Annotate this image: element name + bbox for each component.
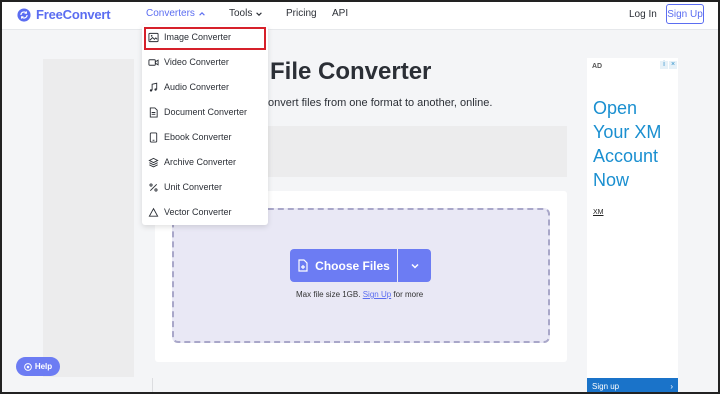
chevron-down-icon	[256, 11, 263, 16]
menu-item-label: Image Converter	[164, 32, 232, 42]
add-file-icon	[298, 259, 308, 272]
ad-cta-label: Sign up	[592, 381, 620, 391]
menu-item-label: Archive Converter	[164, 157, 237, 167]
ad-line: Open	[593, 98, 638, 118]
nav-tools-label: Tools	[229, 8, 253, 19]
nav-api[interactable]: API	[332, 8, 348, 19]
menu-item-document-converter[interactable]: Document Converter	[148, 102, 247, 122]
choose-files-label: Choose Files	[315, 258, 390, 273]
choose-files-button[interactable]: Choose Files	[290, 249, 397, 282]
help-icon	[23, 362, 32, 371]
menu-item-audio-converter[interactable]: Audio Converter	[148, 77, 229, 97]
ad-info-icon[interactable]: i	[660, 61, 668, 69]
banner-ad-slot	[268, 126, 567, 177]
page-subtitle: onvert files from one format to another,…	[268, 97, 493, 109]
menu-item-image-converter[interactable]: Image Converter	[148, 27, 231, 47]
menu-item-label: Audio Converter	[164, 82, 230, 92]
menu-item-label: Vector Converter	[164, 207, 232, 217]
ad-line: Now	[593, 170, 630, 190]
layers-icon	[148, 157, 159, 167]
menu-item-label: Document Converter	[164, 107, 248, 117]
ad-brand: XM	[593, 209, 604, 216]
freeconvert-logo-icon	[17, 7, 31, 22]
ad-headline: Open Your XM Account Now	[593, 96, 661, 192]
max-file-size-note: Max file size 1GB. Sign Up for more	[296, 290, 423, 299]
chevron-right-icon: ›	[670, 381, 673, 391]
right-ad[interactable]: AD i × Open Your XM Account Now XM Sign …	[587, 58, 678, 394]
menu-item-unit-converter[interactable]: Unit Converter	[148, 177, 222, 197]
logo[interactable]: FreeConvert	[17, 7, 111, 22]
menu-item-ebook-converter[interactable]: Ebook Converter	[148, 127, 232, 147]
ad-choices[interactable]: i ×	[660, 61, 677, 69]
nav-converters-label: Converters	[146, 8, 195, 19]
left-ad-slot	[43, 59, 134, 377]
chevron-up-icon	[199, 11, 205, 16]
signup-link[interactable]: Sign Up	[363, 290, 391, 299]
login-link[interactable]: Log In	[629, 9, 657, 20]
help-label: Help	[34, 362, 53, 371]
nav-tools[interactable]: Tools	[229, 8, 263, 19]
ad-close-icon[interactable]: ×	[669, 61, 677, 69]
page-title: File Converter	[270, 58, 432, 85]
video-icon	[148, 58, 159, 66]
nav-pricing[interactable]: Pricing	[286, 8, 317, 19]
converters-dropdown-menu: Image Converter Video Converter Audio Co…	[142, 25, 268, 225]
menu-item-video-converter[interactable]: Video Converter	[148, 52, 229, 72]
menu-item-label: Unit Converter	[164, 182, 223, 192]
ad-label: AD	[592, 63, 603, 70]
ad-line: Your XM	[593, 122, 662, 142]
ad-cta-bar[interactable]: Sign up ›	[587, 378, 678, 394]
choose-files-dropdown-button[interactable]	[398, 249, 431, 282]
signup-button[interactable]: Sign Up	[666, 4, 704, 24]
top-navigation-bar: FreeConvert Converters Tools Pricing API…	[0, 0, 720, 30]
triangle-icon	[148, 207, 159, 217]
chevron-down-icon	[410, 263, 419, 269]
music-note-icon	[149, 82, 158, 92]
max-size-suffix: for more	[393, 290, 424, 299]
percent-icon	[149, 182, 158, 192]
nav-api-label: API	[332, 8, 349, 19]
nav-converters[interactable]: Converters	[146, 8, 206, 19]
ad-line: Account	[593, 146, 659, 166]
ebook-icon	[149, 131, 158, 143]
menu-item-archive-converter[interactable]: Archive Converter	[148, 152, 236, 172]
help-button[interactable]: Help	[16, 357, 60, 376]
divider	[152, 378, 153, 394]
nav-pricing-label: Pricing	[286, 8, 317, 19]
brand-name: FreeConvert	[36, 7, 111, 22]
menu-item-label: Ebook Converter	[164, 132, 232, 142]
menu-item-label: Video Converter	[164, 57, 229, 67]
menu-item-vector-converter[interactable]: Vector Converter	[148, 202, 232, 222]
max-size-prefix: Max file size 1GB.	[296, 290, 361, 299]
document-icon	[149, 106, 158, 118]
image-icon	[148, 32, 159, 42]
